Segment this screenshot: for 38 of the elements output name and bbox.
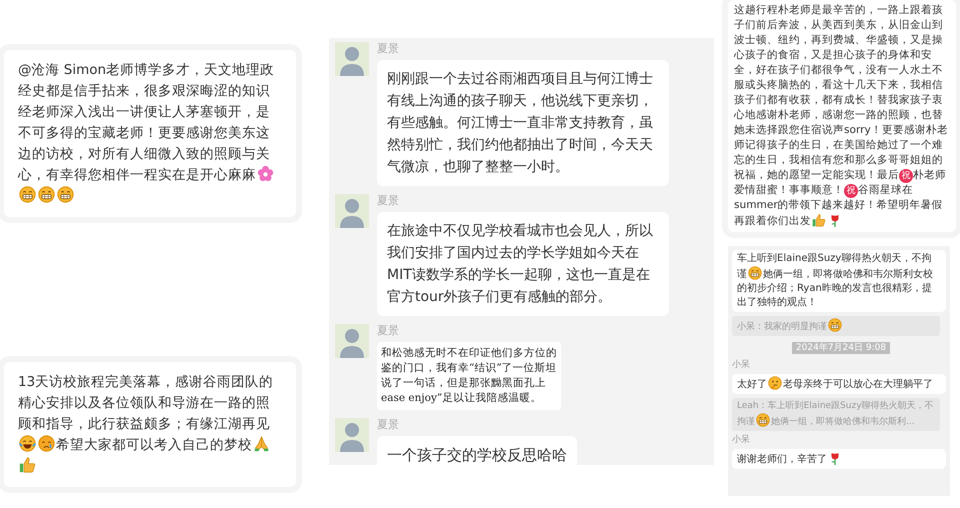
- crying-face-icon: [38, 435, 55, 452]
- sender-name: 夏景: [377, 194, 400, 208]
- sender-name: 夏景: [377, 42, 400, 56]
- sender-name: 小呆: [732, 360, 751, 370]
- grinning-face-icon: [756, 412, 770, 426]
- document-text-line: 和松弛感无时不在印证他们多方位的: [381, 346, 557, 361]
- timestamp: 2024年7月24日 9:08: [792, 342, 890, 354]
- grinning-face-icon: [748, 266, 762, 280]
- quoted-reply: Leah：车上听到Elaine跟Suzy聊得热火朝天，不拘谨 她俩一组，即将做哈佛和韦尔斯利...: [732, 398, 940, 430]
- message-bubble: 谢谢老师们，辛苦了: [732, 448, 946, 468]
- thumbs-up-icon: [812, 213, 826, 227]
- sender-name: 小呆: [732, 434, 751, 444]
- praying-hands-icon: [253, 435, 270, 452]
- avatar-silhouette: [335, 194, 369, 228]
- grinning-face-icon: [19, 186, 36, 203]
- message-bubble: 在旅途中不仅见学校看城市也会见人，所以我们安排了国内过去的学长学姐如今天在MIT读数学系的学长一起聊，这也一直是在官方tour外孩子们更有感触的部分。: [377, 212, 669, 316]
- document-text-line: ease enjoy”足以让我陪感温暖。: [381, 391, 542, 406]
- message-bubble: 太好了 老母亲终于可以放心在大理躺平了: [732, 374, 946, 394]
- thinking-face-icon: [768, 376, 782, 390]
- laughing-tears-face-icon: [19, 435, 36, 452]
- document-text-line: 鉴的门口，我有幸“结识”了一位斯坦: [381, 361, 557, 376]
- message-text: 13天访校旅程完美落幕，感谢谷雨团队的精心安排以及各位领队和导游在一路的照顾和指导，此行获益颇多；有缘江湖再见 希望大家都可以考入自己的梦校: [4, 362, 296, 487]
- thumbs-up-icon: [19, 456, 36, 473]
- message-text: 这趟行程朴老师是最辛苦的，一路上跟着孩子们前后奔波，从美西到美东，从旧金山到波士顿、纽约，再到费城、华盛顿，又是操心孩子的食宿，又是担心孩子的身体和安全，好在孩子们都很争气，没有一人水土不服或头疼脑热的，看这十几天下来，我相信孩子们都有收获，都有成长！替我家孩子衷心地感谢朴老师，感谢您一路的照顾，也替她未选择跟您住宿说声sorry！更要感谢朴老师记得孩子的生日，在美国给她过了一个难忘的生日，我相信有您和那么多哥哥姐姐的祝福，她的愿望一定能实现！最后 祝 朴老师爱情甜蜜！事事顺意！ 祝 谷雨星球在summer的带领下越来越好！希望明年暑假再跟着你们出发: [728, 0, 956, 232]
- grinning-face-icon: [57, 186, 74, 203]
- grinning-face-icon: [828, 318, 842, 332]
- avatar-silhouette: [335, 42, 369, 76]
- sender-name: 夏景: [377, 324, 400, 338]
- sender-name: 夏景: [377, 418, 400, 432]
- document-text-line: 说了一句话，但是那张黝黑面孔上: [381, 376, 547, 391]
- grinning-face-icon: [38, 186, 55, 203]
- message-bubble: 车上听到Elaine跟Suzy聊得热火朝天，不拘谨 她俩一组，即将做哈佛和韦尔斯利女校的初步介绍；Ryan昨晚的发言也很精彩，提出了独特的观点！: [732, 250, 946, 312]
- avatar-silhouette: [335, 418, 369, 452]
- quoted-reply: 小呆：我家的明显拘谨: [732, 316, 940, 336]
- message-text: @沧海 Simon老师博学多才，天文地理政经史都是信手拈来，很多艰深晦涩的知识经老师深入浅出一讲便让人茅塞顿开，是不可多得的宝藏老师！更要感谢您美东这边的访校，对所有人细微入致的照顾与关心，有幸得您相伴一程实在是开心麻麻: [4, 50, 296, 217]
- message-bubble: 刚刚跟一个去过谷雨湘西项目且与何江博士有线上沟通的孩子聊天，他说线下更亲切，有些感触。何江博士一直非常支持教育，虽然特别忙，我们约他都抽出了时间，今天天气微凉，也聊了整整一小时。: [377, 60, 669, 186]
- avatar-silhouette: [335, 324, 369, 358]
- flower-icon: [257, 165, 274, 182]
